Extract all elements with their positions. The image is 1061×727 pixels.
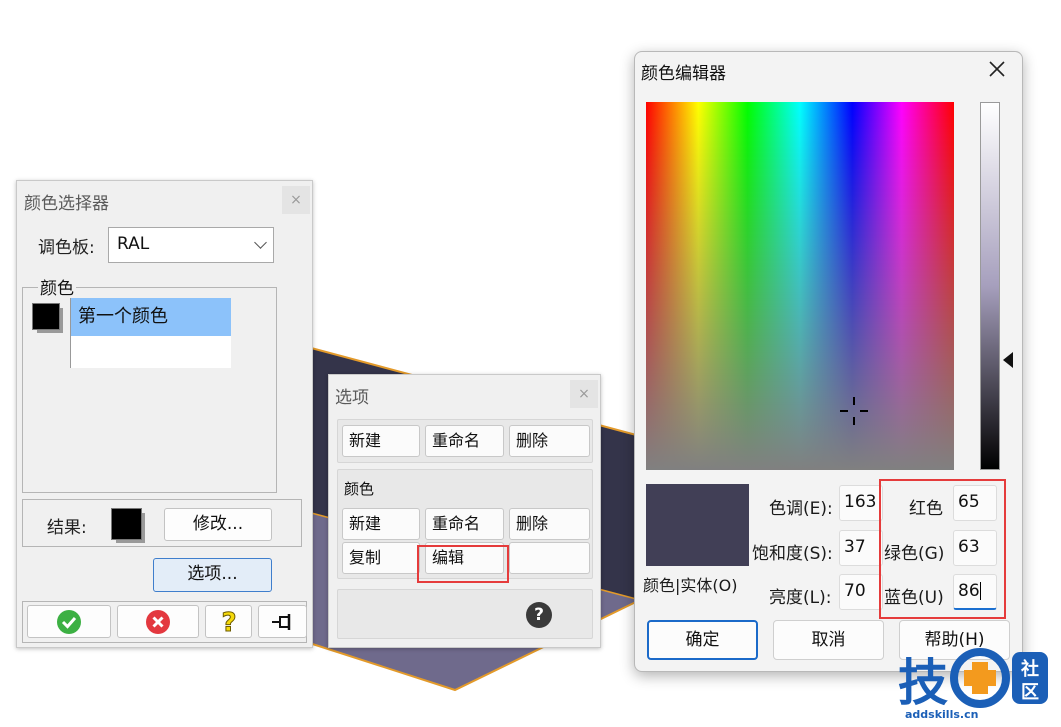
cancel-button[interactable] bbox=[117, 605, 199, 638]
ok-button[interactable] bbox=[27, 605, 111, 638]
help-icon[interactable]: ? bbox=[526, 602, 552, 628]
color-preview bbox=[646, 484, 749, 566]
chevron-down-icon bbox=[254, 236, 267, 249]
cancel-button[interactable]: 取消 bbox=[773, 620, 884, 660]
palette-new-button[interactable]: 新建 bbox=[342, 425, 420, 457]
red-field[interactable]: 65 bbox=[953, 485, 997, 521]
crosshair-icon[interactable] bbox=[840, 397, 868, 425]
luminance-arrow-icon[interactable] bbox=[1003, 352, 1013, 368]
picker-close-button[interactable]: × bbox=[282, 186, 310, 214]
sat-field[interactable]: 37 bbox=[839, 530, 883, 566]
options-close-button[interactable]: × bbox=[570, 380, 598, 408]
text-caret bbox=[979, 582, 981, 600]
options-title: 选项 bbox=[335, 388, 369, 408]
pin-icon bbox=[271, 614, 290, 630]
green-field[interactable]: 63 bbox=[953, 530, 997, 566]
color-new-button[interactable]: 新建 bbox=[342, 508, 420, 540]
pin-button[interactable] bbox=[258, 605, 307, 638]
blue-field[interactable]: 86 bbox=[953, 574, 997, 610]
palette-actions-panel: 新建 重命名 删除 bbox=[337, 419, 593, 463]
luminance-slider[interactable] bbox=[980, 102, 1000, 470]
blue-label: 蓝色(U) bbox=[884, 588, 944, 608]
cancel-x-icon bbox=[146, 610, 170, 634]
svg-text:?: ? bbox=[221, 608, 236, 636]
modify-button[interactable]: 修改... bbox=[164, 508, 272, 541]
help-question-icon: ? bbox=[220, 608, 236, 639]
color-editor-dialog: 颜色编辑器 颜色|实体(O) 色调(E): 163 饱和度(S): 37 亮度(… bbox=[634, 51, 1023, 672]
hue-field[interactable]: 163 bbox=[839, 485, 883, 521]
editor-title: 颜色编辑器 bbox=[641, 64, 726, 84]
watermark-side-2: 区 bbox=[1021, 682, 1039, 703]
color-delete-button[interactable]: 删除 bbox=[509, 508, 590, 540]
palette-rename-button[interactable]: 重命名 bbox=[425, 425, 504, 457]
palette-delete-button[interactable]: 删除 bbox=[509, 425, 590, 457]
picker-title: 颜色选择器 bbox=[24, 194, 109, 214]
result-label: 结果: bbox=[47, 518, 87, 538]
color-list-item-selected[interactable]: 第一个颜色 bbox=[71, 298, 231, 336]
close-icon[interactable] bbox=[986, 58, 1008, 80]
palette-value: RAL bbox=[117, 234, 150, 254]
ok-check-icon bbox=[57, 610, 81, 634]
color-picker-dialog: 颜色选择器 × 调色板: RAL 颜色 第一个颜色 结果: 修改... 选项..… bbox=[16, 180, 313, 648]
result-swatch bbox=[111, 508, 145, 543]
color-solid-label: 颜色|实体(O) bbox=[643, 576, 738, 595]
palette-select[interactable]: RAL bbox=[108, 227, 274, 263]
empty-button-slot bbox=[509, 542, 590, 574]
watermark-side-1: 社 bbox=[1021, 658, 1039, 680]
help-panel: ? bbox=[337, 589, 593, 639]
highlight-edit-box bbox=[417, 545, 509, 583]
palette-label: 调色板: bbox=[38, 238, 95, 258]
watermark-url: addskills.cn bbox=[905, 708, 979, 721]
color-group-label: 颜色 bbox=[38, 274, 76, 299]
lum-label: 亮度(L): bbox=[769, 588, 832, 608]
lum-field[interactable]: 70 bbox=[839, 574, 883, 610]
blue-value: 86 bbox=[958, 581, 980, 601]
red-label: 红色 bbox=[909, 499, 943, 519]
green-label: 绿色(G) bbox=[884, 544, 945, 564]
options-dialog: 选项 × 新建 重命名 删除 颜色 新建 重命名 删除 复制 编辑 ? bbox=[328, 374, 601, 648]
color-swatch bbox=[32, 303, 63, 333]
color-spectrum[interactable] bbox=[646, 102, 954, 470]
color-actions-label: 颜色 bbox=[344, 480, 375, 498]
options-button[interactable]: 选项... bbox=[153, 558, 272, 592]
color-copy-button[interactable]: 复制 bbox=[342, 542, 420, 574]
help-button[interactable]: ? bbox=[205, 605, 252, 639]
color-list[interactable]: 第一个颜色 bbox=[70, 298, 231, 368]
hue-label: 色调(E): bbox=[769, 499, 833, 519]
ok-button[interactable]: 确定 bbox=[647, 620, 758, 660]
color-rename-button[interactable]: 重命名 bbox=[425, 508, 504, 540]
sat-label: 饱和度(S): bbox=[752, 544, 833, 564]
watermark-char: 技 bbox=[898, 654, 948, 712]
